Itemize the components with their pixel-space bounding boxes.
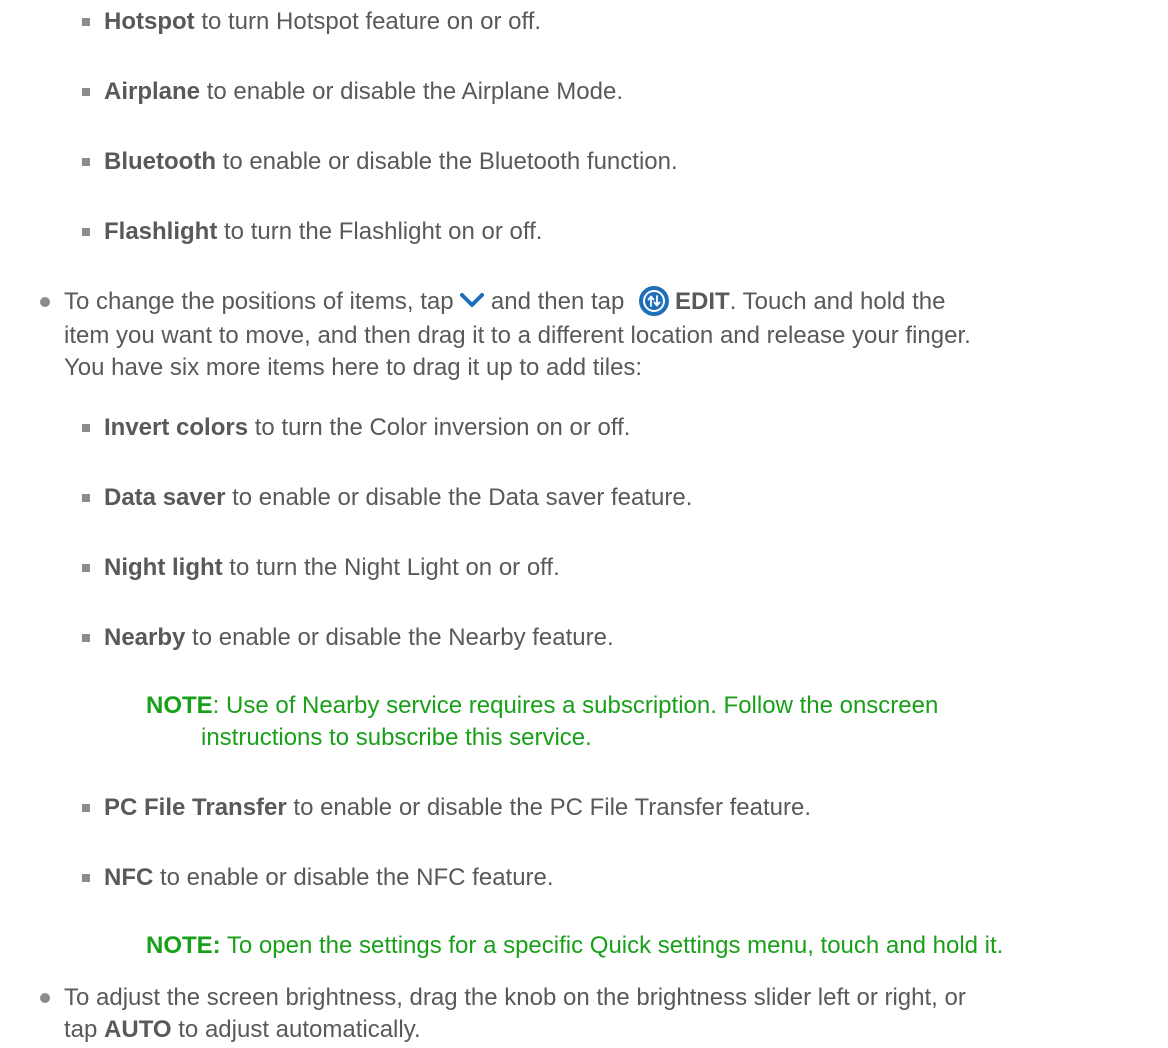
brightness-line1: To adjust the screen brightness, drag th… <box>64 984 966 1011</box>
item-term: Airplane <box>104 78 201 105</box>
square-bullet <box>82 634 90 642</box>
item-term: Night light <box>104 554 223 581</box>
note-label: NOTE <box>146 692 213 719</box>
item-term: Bluetooth <box>104 148 216 175</box>
note-label: NOTE: <box>146 932 221 959</box>
item-term: PC File Transfer <box>104 794 287 821</box>
item-term: Nearby <box>104 624 186 651</box>
square-bullet <box>82 494 90 502</box>
item-term: Flashlight <box>104 218 218 245</box>
item-term: NFC <box>104 864 154 891</box>
brightness-line2-prefix: tap <box>64 1016 105 1043</box>
square-bullet <box>82 18 90 26</box>
square-bullet <box>82 874 90 882</box>
item-term: Invert colors <box>104 414 249 441</box>
brightness-line2-suffix: to adjust automatically. <box>171 1016 421 1043</box>
round-bullet <box>40 297 50 307</box>
edit-label: EDIT <box>675 288 730 315</box>
note-text-line2: instructions to subscribe this service. <box>201 724 592 751</box>
positions-line3: You have six more items here to drag it … <box>64 354 643 381</box>
item-desc: to turn the Flashlight on or off. <box>217 218 543 245</box>
chevron-down-icon <box>460 285 485 317</box>
item-desc: to enable or disable the Airplane Mode. <box>200 78 623 105</box>
square-bullet <box>82 804 90 812</box>
item-desc: to enable or disable the NFC feature. <box>153 864 554 891</box>
square-bullet <box>82 424 90 432</box>
edit-arrows-icon <box>639 285 670 316</box>
square-bullet <box>82 88 90 96</box>
note-text-line1: : Use of Nearby service requires a subsc… <box>212 692 939 719</box>
positions-text-part3: . Touch and hold the <box>729 288 946 315</box>
square-bullet <box>82 228 90 236</box>
item-term: Hotspot <box>104 8 195 35</box>
item-desc: to turn Hotspot feature on or off. <box>194 8 542 35</box>
item-desc: to enable or disable the PC File Transfe… <box>286 794 812 821</box>
auto-label: AUTO <box>104 1016 172 1043</box>
note-text: To open the settings for a specific Quic… <box>220 932 1004 959</box>
item-desc: to enable or disable the Data saver feat… <box>225 484 693 511</box>
item-desc: to turn the Night Light on or off. <box>222 554 560 581</box>
item-desc: to enable or disable the Bluetooth funct… <box>215 148 678 175</box>
positions-text-part2: and then tap <box>484 288 632 315</box>
round-bullet <box>40 993 50 1003</box>
item-desc: to turn the Color inversion on or off. <box>248 414 631 441</box>
positions-text-part1: To change the positions of items, tap <box>64 288 461 315</box>
positions-line2: item you want to move, and then drag it … <box>64 322 971 349</box>
square-bullet <box>82 564 90 572</box>
square-bullet <box>82 158 90 166</box>
item-term: Data saver <box>104 484 226 511</box>
item-desc: to enable or disable the Nearby feature. <box>185 624 614 651</box>
